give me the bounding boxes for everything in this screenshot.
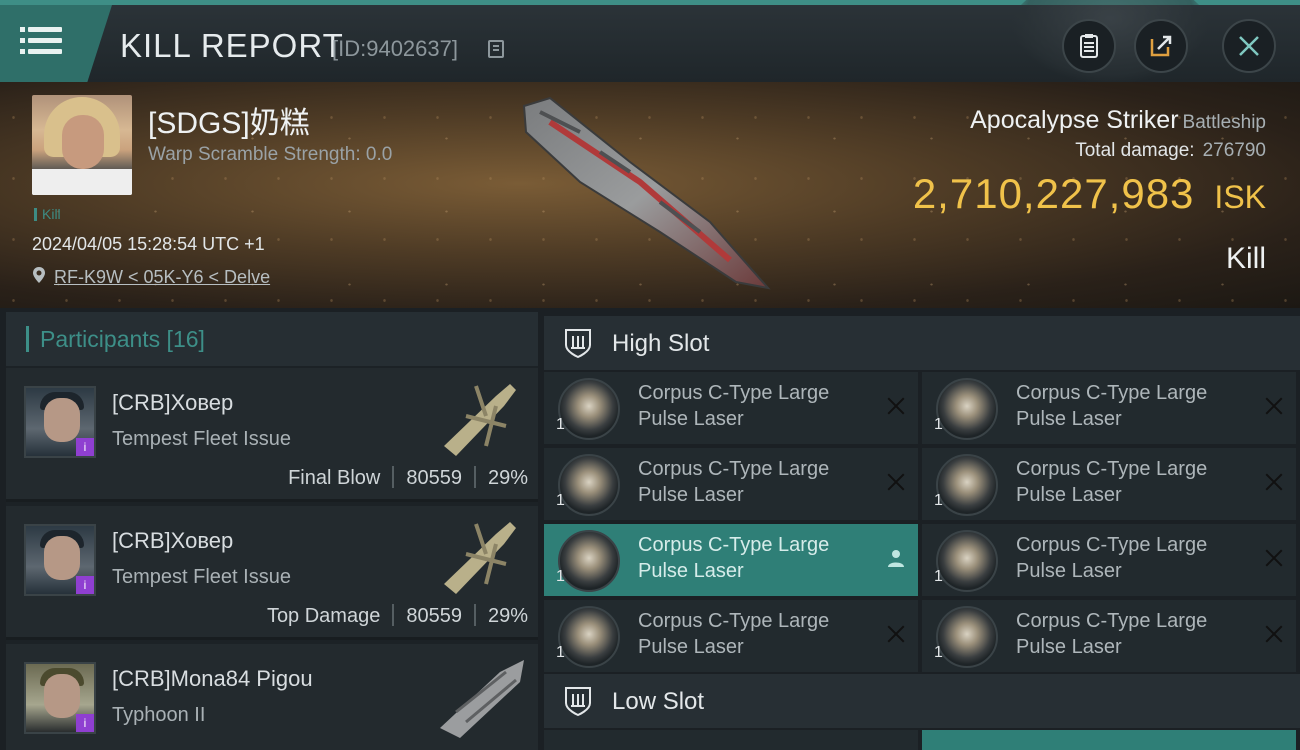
warp-scramble-strength: Warp Scramble Strength: 0.0 <box>148 144 393 165</box>
high-slot-module[interactable]: 1 Corpus C-Type Large Pulse Laser <box>544 448 918 520</box>
copy-icon[interactable] <box>488 40 504 58</box>
victim-header: [SDGS]奶糕 Warp Scramble Strength: 0.0 Kil… <box>0 82 1300 308</box>
participant-ship-image <box>444 522 516 594</box>
remove-icon[interactable] <box>1264 472 1284 492</box>
close-button[interactable] <box>1222 19 1276 73</box>
remove-icon[interactable] <box>1264 396 1284 416</box>
kill-tag: Kill <box>34 206 61 222</box>
high-slot-module[interactable]: 1 Corpus C-Type Large Pulse Laser <box>922 372 1296 444</box>
kill-status: Kill <box>1225 242 1266 275</box>
remove-icon[interactable] <box>886 396 906 416</box>
clipboard-button[interactable] <box>1062 19 1116 73</box>
menu-button[interactable] <box>0 5 112 82</box>
module-name: Corpus C-Type Large Pulse Laser <box>1016 458 1208 506</box>
participant-row[interactable]: i [CRB]Ховер Tempest Fleet Issue Final B… <box>6 368 538 502</box>
high-slot-module-selected[interactable]: 1 Corpus C-Type Large Pulse Laser <box>544 524 918 596</box>
location-pin-icon <box>33 267 45 283</box>
close-icon <box>1239 36 1259 56</box>
victim-name[interactable]: [SDGS]奶糕 <box>148 98 310 142</box>
module-name: Corpus C-Type Large Pulse Laser <box>638 382 830 430</box>
participant-name: [CRB]Mona84 Pigou <box>112 666 313 691</box>
participants-header: Participants [16] <box>6 312 538 366</box>
low-slot-module[interactable] <box>922 730 1296 750</box>
remove-icon[interactable] <box>1264 548 1284 568</box>
participant-stats: Top Damage 80559 29% <box>266 604 528 627</box>
participant-ship: Tempest Fleet Issue <box>112 428 291 450</box>
participant-ship-image <box>444 384 516 456</box>
high-slot-module[interactable]: 1 Corpus C-Type Large Pulse Laser <box>544 372 918 444</box>
low-slot-module[interactable] <box>544 730 918 750</box>
fitting-panel: High Slot 1 Corpus C-Type Large Pulse Las… <box>544 312 1300 750</box>
pulse-laser-icon <box>936 378 998 440</box>
isk-value: 2,710,227,983 ISK <box>912 170 1266 217</box>
corp-badge-icon: i <box>76 576 94 594</box>
participant-stats: Final Blow 80559 29% <box>288 466 528 489</box>
share-button[interactable] <box>1134 19 1188 73</box>
victim-ship-name[interactable]: Apocalypse Striker Battleship <box>970 106 1266 135</box>
pulse-laser-icon <box>558 606 620 668</box>
pulse-laser-icon <box>936 606 998 668</box>
high-slot-module[interactable]: 1 Corpus C-Type Large Pulse Laser <box>544 600 918 672</box>
pulse-laser-icon <box>936 530 998 592</box>
pulse-laser-icon <box>558 454 620 516</box>
participant-ship: Typhoon II <box>112 704 206 726</box>
avatar: i <box>24 524 96 596</box>
pulse-laser-icon <box>558 530 620 592</box>
module-name: Corpus C-Type Large Pulse Laser <box>638 458 830 506</box>
victim-ship-image[interactable] <box>510 92 790 302</box>
pilot-icon[interactable] <box>886 548 906 568</box>
report-id: [ID:9402637] <box>332 36 458 61</box>
victim-portrait[interactable] <box>32 95 132 195</box>
participant-name: [CRB]Ховер <box>112 528 234 553</box>
page-title: KILL REPORT <box>120 27 344 64</box>
participant-row[interactable]: i [CRB]Mona84 Pigou Typhoon II <box>6 644 538 750</box>
victim-ship-class: Battleship <box>1182 112 1266 133</box>
participant-name: [CRB]Ховер <box>112 390 234 415</box>
corp-badge-icon: i <box>76 714 94 732</box>
remove-icon[interactable] <box>1264 624 1284 644</box>
top-bar: KILL REPORT [ID:9402637] <box>0 0 1300 85</box>
high-slot-module[interactable]: 1 Corpus C-Type Large Pulse Laser <box>922 524 1296 596</box>
module-name: Corpus C-Type Large Pulse Laser <box>1016 382 1208 430</box>
share-icon <box>1150 35 1172 57</box>
high-slot-module[interactable]: 1 Corpus C-Type Large Pulse Laser <box>922 448 1296 520</box>
module-name: Corpus C-Type Large Pulse Laser <box>638 610 830 658</box>
module-name: Corpus C-Type Large Pulse Laser <box>638 534 830 582</box>
location-link[interactable]: RF-K9W < 05K-Y6 < Delve <box>54 267 270 288</box>
menu-icon <box>20 27 25 32</box>
participant-row[interactable]: i [CRB]Ховер Tempest Fleet Issue Top Dam… <box>6 506 538 640</box>
remove-icon[interactable] <box>886 624 906 644</box>
shield-icon <box>565 329 591 359</box>
avatar: i <box>24 662 96 734</box>
clipboard-icon <box>1080 34 1098 58</box>
participant-ship: Tempest Fleet Issue <box>112 566 291 588</box>
kill-timestamp: 2024/04/05 15:28:54 UTC +1 <box>32 234 265 254</box>
participant-ship-image <box>440 660 524 738</box>
low-slot-header: Low Slot <box>544 674 1300 728</box>
high-slot-module[interactable]: 1 Corpus C-Type Large Pulse Laser <box>922 600 1296 672</box>
module-name: Corpus C-Type Large Pulse Laser <box>1016 610 1208 658</box>
corp-badge-icon: i <box>76 438 94 456</box>
module-name: Corpus C-Type Large Pulse Laser <box>1016 534 1208 582</box>
pulse-laser-icon <box>558 378 620 440</box>
avatar: i <box>24 386 96 458</box>
total-damage: Total damage: 276790 <box>1075 140 1266 161</box>
remove-icon[interactable] <box>886 472 906 492</box>
shield-icon <box>565 687 591 717</box>
pulse-laser-icon <box>936 454 998 516</box>
participants-panel: Participants [16] i [CRB]Ховер Tempest F… <box>6 312 538 750</box>
high-slot-header: High Slot <box>544 316 1300 370</box>
